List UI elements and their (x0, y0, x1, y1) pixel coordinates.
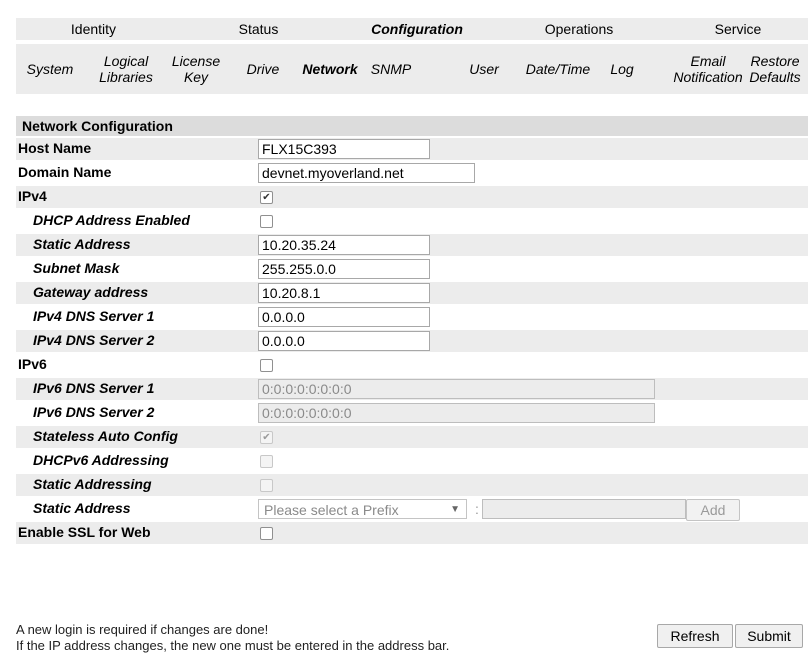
dhcp-checkbox[interactable] (260, 215, 273, 228)
row-dhcpv6: DHCPv6 Addressing (16, 450, 808, 472)
ipv6-dns1-input[interactable] (258, 379, 655, 399)
stateless-checkbox[interactable]: ✔ (260, 431, 273, 444)
row-domain-name: Domain Name (16, 162, 808, 184)
prefix-separator: : (475, 501, 479, 517)
top-tab-bar: Identity Status Configuration Operations… (16, 18, 808, 40)
subnav-drive[interactable]: Drive (238, 61, 288, 77)
row-dhcp: DHCP Address Enabled (16, 210, 808, 232)
tab-identity[interactable]: Identity (16, 18, 171, 40)
host-name-label: Host Name (18, 140, 92, 156)
prefix-select[interactable]: Please select a Prefix ▼ (258, 499, 467, 519)
row-static-address: Static Address (16, 234, 808, 256)
configuration-submenu: System Logical Libraries License Key Drive… (16, 44, 808, 94)
ipv6-label: IPv6 (18, 356, 47, 372)
domain-name-input[interactable] (258, 163, 475, 183)
tab-service[interactable]: Service (664, 18, 808, 40)
dropdown-arrow-icon: ▼ (450, 504, 460, 515)
domain-name-label: Domain Name (18, 164, 112, 180)
row-ipv4-dns1: IPv4 DNS Server 1 (16, 306, 808, 328)
row-ipv6-dns2: IPv6 DNS Server 2 (16, 402, 808, 424)
row-stateless: Stateless Auto Config ✔ (16, 426, 808, 448)
note-login-required: A new login is required if changes are d… (16, 622, 269, 637)
gateway-input[interactable] (258, 283, 430, 303)
row-ipv6: IPv6 (16, 354, 808, 376)
row-ipv4-dns2: IPv4 DNS Server 2 (16, 330, 808, 352)
subnav-restore-defaults[interactable]: Restore Defaults (742, 53, 808, 85)
tab-operations[interactable]: Operations (500, 18, 658, 40)
row-subnet-mask: Subnet Mask (16, 258, 808, 280)
row-gateway: Gateway address (16, 282, 808, 304)
ipv4-dns2-input[interactable] (258, 331, 430, 351)
section-header: Network Configuration (16, 116, 808, 136)
static-address-label: Static Address (33, 236, 131, 252)
static-addressing-checkbox[interactable] (260, 479, 273, 492)
refresh-button[interactable]: Refresh (657, 624, 733, 648)
ipv6-checkbox[interactable] (260, 359, 273, 372)
ipv4-dns1-label: IPv4 DNS Server 1 (33, 308, 155, 324)
subnav-network[interactable]: Network (296, 61, 364, 77)
add-button[interactable]: Add (686, 499, 740, 521)
subnav-system[interactable]: System (20, 61, 80, 77)
ipv4-label: IPv4 (18, 188, 47, 204)
ipv4-dns1-input[interactable] (258, 307, 430, 327)
row-ssl: Enable SSL for Web (16, 522, 808, 544)
row-ipv6-static-address: Static Address Please select a Prefix ▼ … (16, 498, 808, 521)
ipv6-dns2-input[interactable] (258, 403, 655, 423)
dhcpv6-checkbox[interactable] (260, 455, 273, 468)
tab-status[interactable]: Status (181, 18, 336, 40)
row-ipv4: IPv4 ✔ (16, 186, 808, 208)
subnav-log[interactable]: Log (604, 61, 640, 77)
subnav-date-time[interactable]: Date/Time (518, 61, 598, 77)
ipv6-dns1-label: IPv6 DNS Server 1 (33, 380, 155, 396)
ipv4-checkbox[interactable]: ✔ (260, 191, 273, 204)
subnet-mask-input[interactable] (258, 259, 430, 279)
subnav-license-key[interactable]: License Key (166, 53, 226, 85)
subnav-snmp[interactable]: SNMP (366, 61, 416, 77)
section-title: Network Configuration (22, 118, 173, 134)
static-address-input[interactable] (258, 235, 430, 255)
submit-button[interactable]: Submit (735, 624, 803, 648)
dhcp-label: DHCP Address Enabled (33, 212, 190, 228)
stateless-label: Stateless Auto Config (33, 428, 178, 444)
notes: A new login is required if changes are d… (16, 622, 449, 654)
static-addressing-label: Static Addressing (33, 476, 152, 492)
subnav-logical-libraries[interactable]: Logical Libraries (88, 53, 164, 85)
gateway-label: Gateway address (33, 284, 149, 300)
row-host-name: Host Name (16, 138, 808, 160)
ipv6-static-address-label: Static Address (33, 500, 131, 516)
note-ip-change: If the IP address changes, the new one m… (16, 638, 450, 653)
prefix-select-placeholder: Please select a Prefix (264, 502, 399, 518)
subnav-user[interactable]: User (462, 61, 506, 77)
ssl-checkbox[interactable] (260, 527, 273, 540)
ipv4-dns2-label: IPv4 DNS Server 2 (33, 332, 155, 348)
tab-configuration[interactable]: Configuration (338, 18, 496, 40)
ipv6-static-suffix-input[interactable] (482, 499, 686, 519)
subnav-email-notification[interactable]: Email Notification (670, 53, 746, 85)
dhcpv6-label: DHCPv6 Addressing (33, 452, 169, 468)
ipv6-dns2-label: IPv6 DNS Server 2 (33, 404, 155, 420)
ssl-label: Enable SSL for Web (18, 524, 151, 540)
subnet-mask-label: Subnet Mask (33, 260, 120, 276)
row-static-addressing: Static Addressing (16, 474, 808, 496)
host-name-input[interactable] (258, 139, 430, 159)
row-ipv6-dns1: IPv6 DNS Server 1 (16, 378, 808, 400)
